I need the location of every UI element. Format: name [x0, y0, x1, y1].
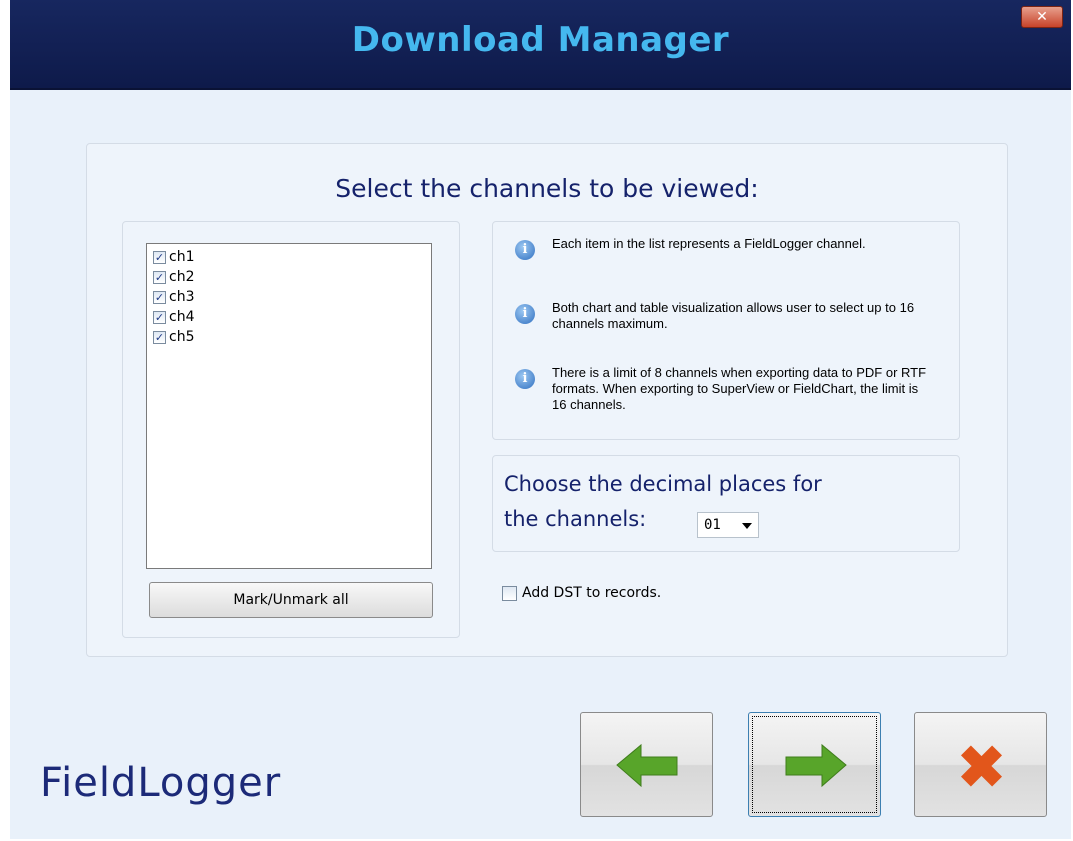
arrow-left-icon [616, 743, 678, 788]
info-icon: i [515, 304, 535, 324]
title-bar: Download Manager ✕ [10, 0, 1071, 90]
add-dst-checkbox[interactable]: Add DST to records. [502, 585, 661, 601]
decimal-places-panel: Choose the decimal places for the channe… [492, 455, 960, 552]
chevron-down-icon[interactable] [742, 523, 752, 529]
channel-item-ch3[interactable]: ✓ ch3 [153, 287, 194, 307]
mark-unmark-all-button[interactable]: Mark/Unmark all [149, 582, 433, 618]
channels-heading: Select the channels to be viewed: [335, 174, 759, 203]
close-window-button[interactable]: ✕ [1021, 6, 1063, 28]
checkbox-checked-icon[interactable]: ✓ [153, 330, 166, 344]
checkbox-unchecked-icon[interactable] [502, 585, 517, 601]
info-item: i Each item in the list represents a Fie… [515, 236, 932, 260]
channel-label: ch2 [169, 269, 195, 285]
next-button[interactable] [748, 712, 881, 817]
info-panel: i Each item in the list represents a Fie… [492, 221, 960, 440]
info-text: Both chart and table visualization allow… [552, 300, 915, 331]
channel-item-ch4[interactable]: ✓ ch4 [153, 307, 194, 327]
channel-label: ch3 [169, 289, 195, 305]
download-manager-window: Download Manager ✕ Select the channels t… [0, 0, 1073, 841]
info-item: i There is a limit of 8 channels when ex… [515, 365, 932, 413]
info-icon: i [515, 369, 535, 389]
back-button[interactable] [580, 712, 713, 817]
cancel-button[interactable] [914, 712, 1047, 817]
channel-item-ch2[interactable]: ✓ ch2 [153, 267, 194, 287]
close-x-icon [960, 745, 1003, 787]
arrow-right-icon [785, 743, 847, 788]
channel-label: ch1 [169, 249, 195, 265]
info-text: Each item in the list represents a Field… [552, 236, 866, 251]
main-panel: Select the channels to be viewed: ✓ ch1 … [86, 143, 1008, 657]
info-item: i Both chart and table visualization all… [515, 300, 932, 332]
checkbox-checked-icon[interactable]: ✓ [153, 290, 166, 304]
decimal-places-select[interactable]: 01 [697, 512, 759, 538]
info-icon: i [515, 240, 535, 260]
checkbox-checked-icon[interactable]: ✓ [153, 310, 166, 324]
checkbox-checked-icon[interactable]: ✓ [153, 250, 166, 264]
channel-item-ch1[interactable]: ✓ ch1 [153, 247, 194, 267]
channel-label: ch4 [169, 309, 195, 325]
decimal-places-value: 01 [704, 517, 721, 533]
window-title: Download Manager [351, 20, 730, 60]
add-dst-label: Add DST to records. [522, 585, 662, 601]
channel-item-ch5[interactable]: ✓ ch5 [153, 327, 194, 347]
decimal-places-label-cont: the channels: [504, 507, 647, 531]
decimal-places-label: Choose the decimal places for [504, 472, 822, 496]
channel-list[interactable]: ✓ ch1 ✓ ch2 ✓ ch3 ✓ ch4 ✓ ch5 [146, 243, 432, 569]
info-text: There is a limit of 8 channels when expo… [552, 365, 927, 412]
channel-list-group: ✓ ch1 ✓ ch2 ✓ ch3 ✓ ch4 ✓ ch5 Mark/Unmar… [122, 221, 460, 638]
channel-label: ch5 [169, 329, 195, 345]
checkbox-checked-icon[interactable]: ✓ [153, 270, 166, 284]
fieldlogger-logo: FieldLogger [40, 760, 282, 806]
